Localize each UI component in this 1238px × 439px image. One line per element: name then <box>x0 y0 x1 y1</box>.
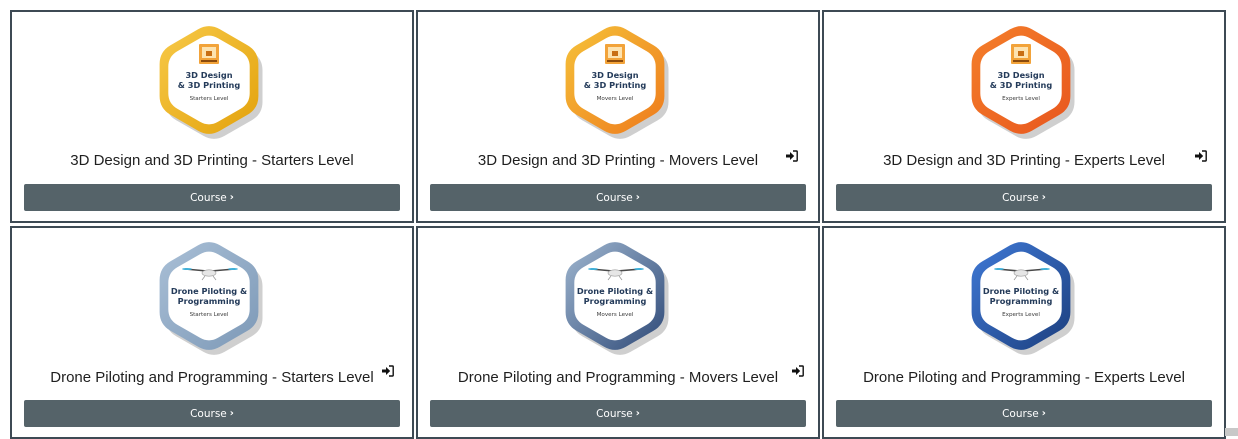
chevron-right-icon: › <box>635 192 640 203</box>
course-title[interactable]: 3D Design and 3D Printing - Movers Level <box>418 152 818 169</box>
course-badge: 3D Design& 3D Printing Experts Level <box>971 26 1075 139</box>
enrol-sign-in-icon[interactable] <box>785 150 798 162</box>
course-title[interactable]: Drone Piloting and Programming - Starter… <box>12 369 412 386</box>
badge-title-line1: 3D Design <box>591 70 638 80</box>
course-card: 3D Design & 3D Printing Movers Level 3D Des… <box>416 10 820 223</box>
course-title[interactable]: Drone Piloting and Programming - Movers … <box>418 369 818 386</box>
course-button-label: Course <box>1002 191 1039 204</box>
chevron-right-icon: › <box>1041 192 1046 203</box>
course-button-label: Course <box>190 191 227 204</box>
course-badge: Drone Piloting &Programming Experts Level <box>971 242 1075 355</box>
course-button[interactable]: Course › <box>430 400 806 427</box>
course-button-label: Course <box>190 407 227 420</box>
course-badge: Drone Piloting &Programming Starters Leve… <box>159 242 263 355</box>
badge-level: Movers Level <box>597 96 634 102</box>
course-title[interactable]: 3D Design and 3D Printing - Starters Lev… <box>12 152 412 169</box>
badge-title-line2: & 3D Printing <box>178 80 241 90</box>
badge-title-line2: Programming <box>178 296 241 306</box>
chevron-right-icon: › <box>1041 408 1046 419</box>
badge-title-line2: & 3D Printing <box>584 80 647 90</box>
badge-title-line1: 3D Design <box>185 70 232 80</box>
course-card: 3D Design & 3D Printing Experts Level 3D De… <box>822 10 1226 223</box>
course-badge: 3D Design& 3D Printing Movers Level <box>565 26 669 139</box>
course-button-label: Course <box>1002 407 1039 420</box>
course-title[interactable]: 3D Design and 3D Printing - Experts Leve… <box>824 152 1224 169</box>
course-button-label: Course <box>596 191 633 204</box>
chevron-right-icon: › <box>635 408 640 419</box>
enrol-sign-in-icon[interactable] <box>381 365 394 377</box>
course-button[interactable]: Course › <box>430 184 806 211</box>
3d-printer-icon <box>1011 44 1031 64</box>
course-badge: Drone Piloting &Programming Movers Level <box>565 242 669 355</box>
badge-title-line2: & 3D Printing <box>990 80 1053 90</box>
course-card: Drone Piloting & Programming Experts Level… <box>822 226 1226 439</box>
course-card: Drone Piloting & Programming Starters Leve… <box>10 226 414 439</box>
badge-title-line2: Programming <box>584 296 647 306</box>
course-card: Drone Piloting & Programming Movers Level D… <box>416 226 820 439</box>
enrol-sign-in-icon[interactable] <box>1194 150 1207 162</box>
course-button[interactable]: Course › <box>836 400 1212 427</box>
course-button[interactable]: Course › <box>24 400 400 427</box>
badge-level: Movers Level <box>597 312 634 318</box>
course-button[interactable]: Course › <box>836 184 1212 211</box>
chevron-right-icon: › <box>229 408 234 419</box>
badge-title-line2: Programming <box>990 296 1053 306</box>
badge-title-line1: 3D Design <box>997 70 1044 80</box>
badge-title-line1: Drone Piloting & <box>577 286 653 296</box>
course-badge: 3D Design& 3D Printing Starters Level <box>159 26 263 139</box>
3d-printer-icon <box>605 44 625 64</box>
chevron-right-icon: › <box>229 192 234 203</box>
scrollbar-thumb[interactable] <box>1225 428 1238 436</box>
course-button[interactable]: Course › <box>24 184 400 211</box>
badge-level: Experts Level <box>1002 312 1040 318</box>
badge-level: Starters Level <box>190 312 229 318</box>
3d-printer-icon <box>199 44 219 64</box>
badge-level: Experts Level <box>1002 96 1040 102</box>
course-card: 3D Design & 3D Printing Starters Level 3D D… <box>10 10 414 223</box>
course-button-label: Course <box>596 407 633 420</box>
badge-title-line1: Drone Piloting & <box>171 286 247 296</box>
enrol-sign-in-icon[interactable] <box>791 365 804 377</box>
badge-title-line1: Drone Piloting & <box>983 286 1059 296</box>
badge-level: Starters Level <box>190 96 229 102</box>
course-title[interactable]: Drone Piloting and Programming - Experts… <box>824 369 1224 386</box>
